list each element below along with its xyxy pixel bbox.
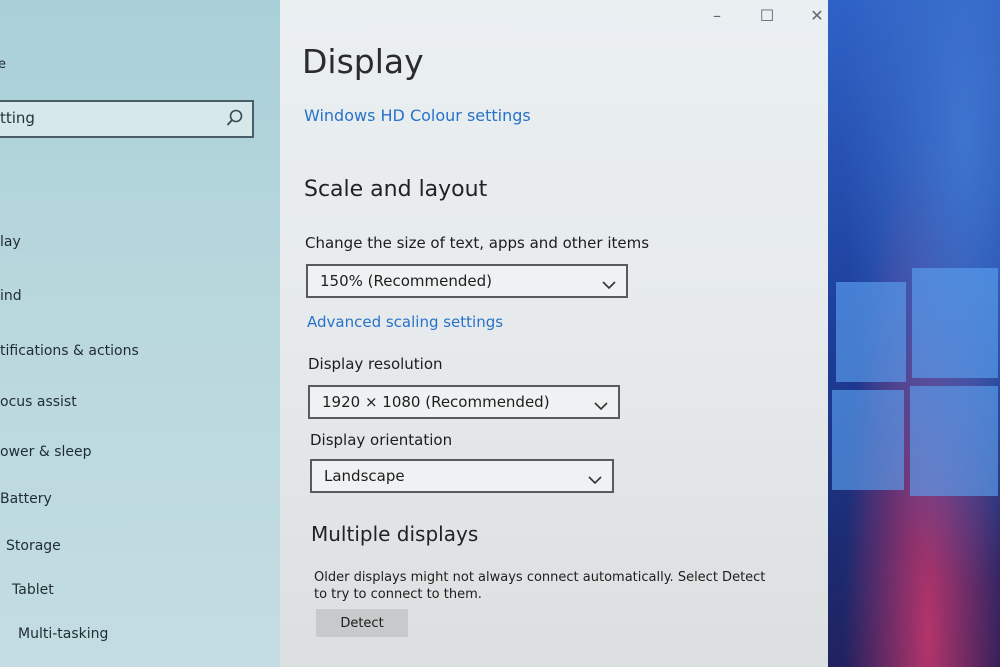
sidebar-item-focus-assist[interactable]: ocus assist — [0, 394, 77, 410]
search-icon[interactable] — [226, 108, 244, 128]
sidebar-item-multitasking[interactable]: Multi-tasking — [18, 626, 108, 642]
search-box[interactable] — [0, 100, 254, 138]
multiple-displays-description: Older displays might not always connect … — [314, 570, 766, 602]
hd-colour-settings-link[interactable]: Windows HD Colour settings — [304, 106, 531, 125]
page-title: Display — [302, 42, 424, 81]
sidebar-item-sound[interactable]: ind — [0, 288, 22, 304]
scale-dropdown-value: 150% (Recommended) — [320, 272, 492, 290]
text-size-label: Change the size of text, apps and other … — [305, 234, 650, 252]
sidebar-item-battery[interactable]: Battery — [0, 491, 52, 507]
advanced-scaling-link[interactable]: Advanced scaling settings — [307, 313, 503, 331]
maximize-button[interactable]: ☐ — [754, 6, 780, 28]
sidebar-item-power-sleep[interactable]: ower & sleep — [0, 444, 92, 460]
scale-dropdown[interactable]: 150% (Recommended) — [306, 264, 628, 298]
orientation-dropdown[interactable]: Landscape — [310, 459, 614, 493]
orientation-label: Display orientation — [310, 431, 453, 449]
orientation-dropdown-value: Landscape — [324, 467, 405, 485]
resolution-dropdown[interactable]: 1920 × 1080 (Recommended) — [308, 385, 620, 419]
detect-button[interactable]: Detect — [316, 609, 408, 637]
settings-sidebar: e lay ind tifications & actions ocus ass… — [0, 0, 280, 667]
chevron-down-icon — [588, 470, 602, 485]
resolution-dropdown-value: 1920 × 1080 (Recommended) — [322, 393, 550, 411]
close-button[interactable]: ✕ — [804, 6, 830, 28]
chevron-down-icon — [602, 275, 616, 290]
sidebar-item-tablet[interactable]: Tablet — [12, 582, 54, 598]
sidebar-item-notifications[interactable]: tifications & actions — [0, 343, 139, 359]
search-input[interactable] — [0, 109, 220, 127]
sidebar-item-display[interactable]: lay — [0, 234, 21, 250]
resolution-label: Display resolution — [308, 355, 443, 373]
scale-layout-heading: Scale and layout — [304, 177, 488, 202]
windows-logo-wallpaper — [828, 268, 998, 512]
multiple-displays-heading: Multiple displays — [311, 522, 479, 546]
home-label-fragment[interactable]: e — [0, 57, 6, 72]
minimize-button[interactable]: – — [704, 6, 730, 28]
chevron-down-icon — [594, 396, 608, 411]
display-settings-page: – ☐ ✕ Display Windows HD Colour settings… — [280, 0, 828, 667]
sidebar-item-storage[interactable]: Storage — [6, 538, 61, 554]
